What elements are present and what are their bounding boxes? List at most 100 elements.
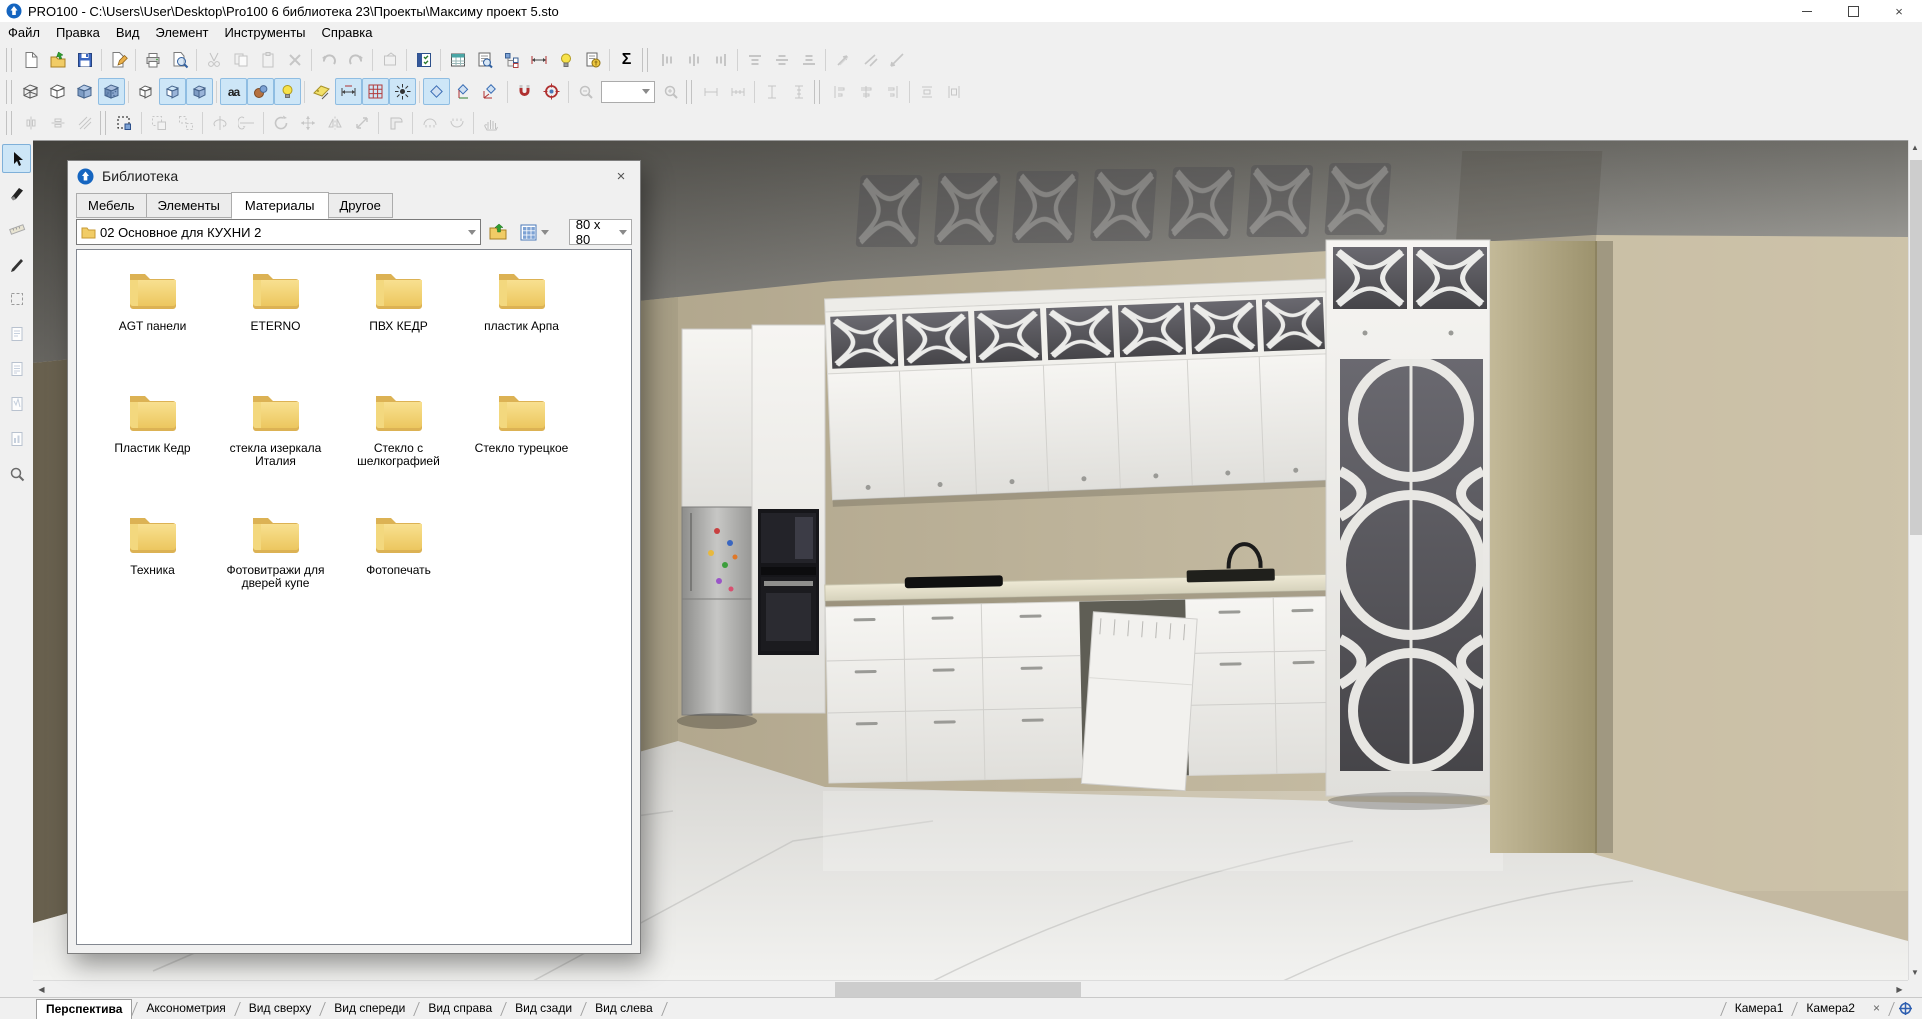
show-dimensions-button[interactable] — [335, 78, 362, 105]
structure-tree-button[interactable] — [498, 46, 525, 73]
view-tab-perspective[interactable]: Перспектива — [36, 999, 132, 1019]
folder-item[interactable]: Стекло турецкое — [460, 384, 583, 506]
print-preview-button[interactable] — [166, 46, 193, 73]
edit-label-button[interactable] — [308, 78, 335, 105]
close-button[interactable]: × — [1876, 0, 1922, 22]
price-list-button[interactable] — [444, 46, 471, 73]
view-tab-left[interactable]: Вид слева — [586, 999, 662, 1018]
folder-up-button[interactable] — [485, 219, 511, 245]
menu-file[interactable]: Файл — [0, 23, 48, 42]
show-grid-button[interactable] — [362, 78, 389, 105]
close-camera-tab-button[interactable]: × — [1864, 999, 1889, 1018]
select-elements-button[interactable] — [111, 110, 138, 137]
lighting-button[interactable] — [552, 46, 579, 73]
vertical-scroll-thumb[interactable] — [1910, 160, 1922, 535]
folder-item[interactable]: Фотовитражи для дверей купе — [214, 506, 337, 628]
save-file-button[interactable] — [71, 46, 98, 73]
snap-free-button[interactable] — [423, 78, 450, 105]
report-preview-button[interactable] — [471, 46, 498, 73]
solid-view-button[interactable] — [71, 78, 98, 105]
hidden-line-view-button[interactable] — [44, 78, 71, 105]
show-text-button[interactable]: aa — [220, 78, 247, 105]
scroll-down-button[interactable]: ▼ — [1908, 965, 1922, 980]
accounting-button[interactable] — [579, 46, 606, 73]
sum-sigma-button[interactable]: Σ — [613, 46, 640, 73]
tab-furniture[interactable]: Мебель — [76, 193, 147, 218]
pencil-tool[interactable] — [2, 249, 31, 278]
tab-other[interactable]: Другое — [328, 193, 393, 218]
report-2-tool[interactable] — [2, 354, 31, 383]
tab-materials[interactable]: Материалы — [231, 192, 329, 219]
folder-item[interactable]: Техника — [91, 506, 214, 628]
chevron-down-icon — [468, 230, 476, 235]
snap-origin-button[interactable] — [477, 78, 504, 105]
upper-cabinets — [825, 279, 1336, 507]
knife-tool[interactable] — [2, 179, 31, 208]
view-mode-button[interactable] — [515, 219, 557, 245]
textured-view-button[interactable] — [98, 78, 125, 105]
scroll-left-button[interactable]: ◀ — [33, 982, 50, 997]
dimensions-report-button[interactable] — [525, 46, 552, 73]
box-solid-button[interactable] — [186, 78, 213, 105]
menu-tools[interactable]: Инструменты — [216, 23, 313, 42]
restore-button[interactable] — [1830, 0, 1876, 22]
view-tab-right[interactable]: Вид справа — [419, 999, 501, 1018]
magnet-snap-button[interactable] — [511, 78, 538, 105]
box-white-button[interactable] — [132, 78, 159, 105]
new-file-button[interactable] — [17, 46, 44, 73]
redo-button — [342, 46, 369, 73]
camera-tab-1[interactable]: Камера1 — [1726, 999, 1793, 1018]
folder-item[interactable]: ПВХ КЕДР — [337, 262, 460, 384]
wireframe-view-button[interactable] — [17, 78, 44, 105]
folder-item[interactable]: ETERNO — [214, 262, 337, 384]
scroll-up-button[interactable]: ▲ — [1908, 140, 1922, 155]
snap-axis-button[interactable] — [450, 78, 477, 105]
ruler-tool[interactable] — [2, 214, 31, 243]
box-wire-blue-button[interactable] — [159, 78, 186, 105]
add-camera-icon[interactable] — [1894, 1001, 1916, 1016]
folder-item[interactable]: Стекло с шелкографией — [337, 384, 460, 506]
photorealism-button[interactable] — [389, 78, 416, 105]
view-tab-axonometry[interactable]: Аксонометрия — [137, 999, 234, 1018]
folder-item[interactable]: AGT панели — [91, 262, 214, 384]
print-button[interactable] — [139, 46, 166, 73]
open-file-button[interactable] — [44, 46, 71, 73]
library-dialog-titlebar[interactable]: Библиотека × — [68, 161, 640, 191]
scroll-right-button[interactable]: ▶ — [1891, 982, 1908, 997]
report-1-tool[interactable] — [2, 319, 31, 348]
show-lighting-button[interactable] — [274, 78, 301, 105]
rotate-horizontal-button — [233, 110, 260, 137]
zoom-combo[interactable] — [601, 81, 655, 103]
zoom-tool[interactable] — [2, 459, 31, 488]
view-tab-top[interactable]: Вид сверху — [240, 999, 321, 1018]
folder-item[interactable]: стекла изеркала Италия — [214, 384, 337, 506]
menu-view[interactable]: Вид — [108, 23, 148, 42]
corner-shape-button — [382, 110, 409, 137]
view-tab-back[interactable]: Вид сзади — [506, 999, 581, 1018]
folder-item[interactable]: Фотопечать — [337, 506, 460, 628]
menu-edit[interactable]: Правка — [48, 23, 108, 42]
minimize-button[interactable] — [1784, 0, 1830, 22]
vertical-scrollbar[interactable]: ▲ ▼ — [1908, 140, 1922, 980]
library-close-button[interactable]: × — [602, 161, 640, 191]
menu-help[interactable]: Справка — [314, 23, 381, 42]
contour-tool[interactable] — [2, 284, 31, 313]
view-tab-front[interactable]: Вид спереди — [325, 999, 414, 1018]
distribute-b-button — [940, 78, 967, 105]
tab-elements[interactable]: Элементы — [146, 193, 232, 218]
snap-target-button[interactable] — [538, 78, 565, 105]
horizontal-scrollbar[interactable]: ◀ ▶ — [33, 980, 1908, 998]
select-cursor-tool[interactable] — [2, 144, 31, 173]
settings-checklist-button[interactable] — [410, 46, 437, 73]
report-4-tool[interactable] — [2, 424, 31, 453]
thumbnail-size-combo[interactable]: 80 x 80 — [569, 219, 632, 245]
show-materials-button[interactable] — [247, 78, 274, 105]
folder-item[interactable]: Пластик Кедр — [91, 384, 214, 506]
folder-path-combo[interactable]: 02 Основное для КУХНИ 2 — [76, 219, 481, 245]
menu-element[interactable]: Элемент — [147, 23, 216, 42]
camera-tab-2[interactable]: Камера2 — [1797, 999, 1864, 1018]
horizontal-scroll-thumb[interactable] — [835, 982, 1081, 997]
element-properties-button[interactable] — [105, 46, 132, 73]
folder-item[interactable]: пластик Арпа — [460, 262, 583, 384]
report-3-tool[interactable] — [2, 389, 31, 418]
